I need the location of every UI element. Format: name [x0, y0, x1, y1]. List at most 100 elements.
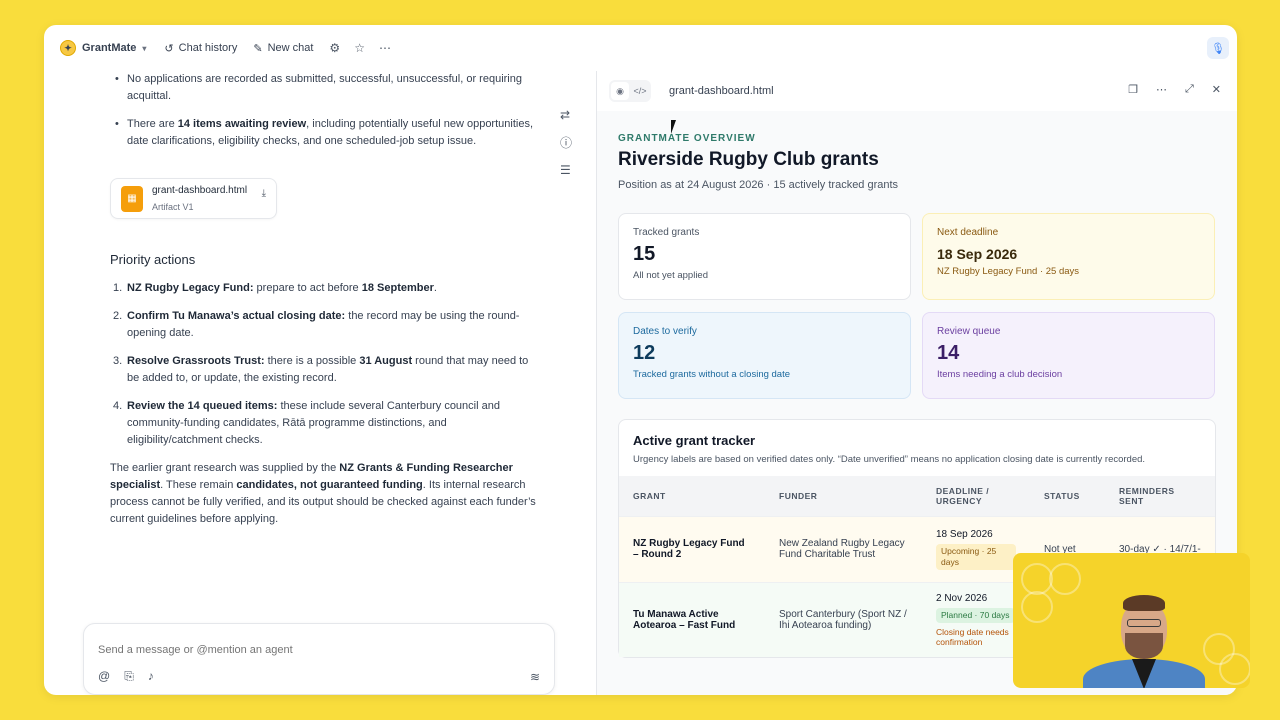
app-switcher[interactable]: ✦ GrantMate ▾: [60, 40, 146, 56]
column-header[interactable]: REMINDERS SENT: [1105, 476, 1215, 516]
attach-icon[interactable]: ⎘: [124, 669, 134, 684]
edit-icon: ✎: [253, 42, 263, 55]
app-name: GrantMate: [82, 42, 137, 54]
decorative-ring: [1219, 653, 1250, 685]
info-icon[interactable]: ⓘ: [560, 134, 572, 151]
grantmate-logo-icon: ✦: [60, 40, 76, 56]
action-bold: NZ Rugby Legacy Fund:: [127, 282, 254, 294]
dashboard-eyebrow: GRANTMATE OVERVIEW: [618, 133, 756, 144]
chat-history-label: Chat history: [178, 42, 238, 54]
closing-text: The earlier grant research was supplied …: [110, 462, 340, 474]
urgency-badge: Planned · 70 days: [936, 607, 1015, 623]
card-sub: All not yet applied: [633, 270, 708, 281]
closing-paragraph: The earlier grant research was supplied …: [110, 460, 540, 528]
bullet-text: There are: [127, 118, 178, 130]
card-sub: Items needing a club decision: [937, 369, 1063, 380]
bullet-bold: 14 items awaiting review: [177, 118, 307, 130]
priority-list: 1. NZ Rugby Legacy Fund: prepare to act b…: [110, 280, 540, 449]
column-header[interactable]: FUNDER: [765, 476, 922, 516]
mention-icon[interactable]: @: [98, 669, 110, 684]
summary-cards: Tracked grants 15 All not yet applied Ne…: [618, 213, 1216, 399]
settings-icon[interactable]: ⚙: [329, 41, 340, 55]
summary-list: No applications are recorded as submitte…: [110, 71, 540, 150]
list-number: 4.: [113, 400, 123, 412]
star-icon[interactable]: ☆: [354, 41, 365, 55]
microphone-button[interactable]: 🎙: [1207, 37, 1229, 59]
copy-icon[interactable]: ❐: [1128, 83, 1138, 96]
mouse-cursor-icon: [671, 120, 681, 134]
composer-tools: @ ⎘ ♪: [98, 669, 154, 684]
action-bold: 31 August: [359, 355, 413, 367]
action-bold: Confirm Tu Manawa’s actual closing date:: [127, 310, 346, 322]
assistant-message: No applications are recorded as submitte…: [110, 71, 540, 528]
deadline-date: 2 Nov 2026: [936, 592, 988, 604]
new-chat-button[interactable]: ✎ New chat: [253, 42, 313, 55]
tracker-header: Active grant tracker Urgency labels are …: [619, 420, 1215, 465]
action-text: .: [433, 282, 437, 294]
action-bold: Review the 14 queued items:: [127, 400, 278, 412]
presenter-video-overlay: [1013, 553, 1250, 688]
card-label: Review queue: [937, 326, 1001, 337]
voice-mode-icon[interactable]: ≋: [530, 670, 540, 684]
chat-panel: No applications are recorded as submitte…: [44, 71, 596, 695]
html-file-icon: ▦: [121, 185, 143, 212]
list-number: 3.: [113, 355, 123, 367]
grant-cell: NZ Rugby Legacy Fund – Round 2: [619, 515, 765, 582]
message-composer: @ ⎘ ♪ ≋: [83, 623, 555, 695]
grant-cell: Tu Manawa Active Aotearoa – Fast Fund: [619, 581, 765, 657]
decorative-ring: [1049, 563, 1081, 595]
closing-text: . These remain: [160, 479, 237, 491]
artifact-header: ◉ </> grant-dashboard.html ❐ ⋯ ⤢ ✕: [597, 71, 1237, 111]
card-review-queue: Review queue 14 Items needing a club dec…: [922, 312, 1215, 399]
card-sub: NZ Rugby Legacy Fund · 25 days: [937, 266, 1080, 277]
list-item: 4. Review the 14 queued items: these incl…: [110, 398, 540, 449]
card-label: Next deadline: [937, 227, 999, 238]
action-bold: 18 September: [361, 282, 434, 294]
column-header[interactable]: DEADLINE / URGENCY: [922, 476, 1030, 516]
column-header[interactable]: GRANT: [619, 476, 765, 516]
outline-icon[interactable]: ☰: [560, 163, 572, 177]
chat-history-button[interactable]: ↺ Chat history: [164, 42, 237, 55]
card-label: Dates to verify: [633, 326, 697, 337]
presenter-beard: [1125, 633, 1163, 659]
list-item: No applications are recorded as submitte…: [110, 71, 540, 105]
more-icon[interactable]: ⋯: [1156, 83, 1167, 96]
message-input[interactable]: [98, 644, 498, 656]
list-item: 2. Confirm Tu Manawa’s actual closing dat…: [110, 308, 540, 342]
funder-cell: New Zealand Rugby Legacy Fund Charitable…: [765, 515, 922, 582]
history-icon: ↺: [164, 42, 174, 55]
presenter-glasses: [1127, 619, 1161, 627]
microphone-icon: 🎙: [1211, 42, 1225, 55]
action-bold: Resolve Grassroots Trust:: [127, 355, 265, 367]
artifact-card[interactable]: ▦ grant-dashboard.html Artifact V1 ⤓: [110, 178, 277, 219]
view-toggle: ◉ </>: [609, 80, 651, 102]
artifact-filename: grant-dashboard.html: [669, 85, 774, 97]
card-value: 12: [633, 342, 656, 364]
list-item: 3. Resolve Grassroots Trust: there is a p…: [110, 353, 540, 387]
close-icon[interactable]: ✕: [1212, 83, 1221, 96]
dashboard-title: Riverside Rugby Club grants: [618, 149, 879, 170]
code-icon[interactable]: </>: [631, 82, 649, 100]
presenter-hair: [1123, 595, 1165, 611]
list-number: 2.: [113, 310, 123, 322]
card-label: Tracked grants: [633, 227, 700, 238]
closing-bold: candidates, not guaranteed funding: [236, 479, 423, 491]
bullet-text: No applications are recorded as submitte…: [127, 73, 522, 102]
table-header-row: GRANT FUNDER DEADLINE / URGENCY STATUS R…: [619, 476, 1215, 516]
column-header[interactable]: STATUS: [1030, 476, 1105, 516]
share-icon[interactable]: ⇄: [560, 108, 572, 122]
new-chat-label: New chat: [267, 42, 314, 54]
list-item: 1. NZ Rugby Legacy Fund: prepare to act b…: [110, 280, 540, 297]
artifact-version: Artifact V1: [152, 201, 194, 212]
top-bar: ✦ GrantMate ▾ ↺ Chat history ✎ New chat …: [44, 25, 1237, 71]
download-icon[interactable]: ⤓: [262, 185, 266, 202]
preview-eye-icon[interactable]: ◉: [611, 82, 629, 100]
microphone-icon[interactable]: ♪: [148, 669, 154, 684]
fullscreen-icon[interactable]: ⤢: [1185, 83, 1194, 96]
card-dates-to-verify: Dates to verify 12 Tracked grants withou…: [618, 312, 911, 399]
priority-heading: Priority actions: [110, 252, 196, 267]
decorative-ring: [1021, 591, 1053, 623]
more-icon[interactable]: ⋯: [379, 41, 391, 55]
urgency-badge: Upcoming · 25 days: [936, 543, 1016, 570]
dashboard-subtitle: Position as at 24 August 2026 · 15 activ…: [618, 179, 899, 191]
